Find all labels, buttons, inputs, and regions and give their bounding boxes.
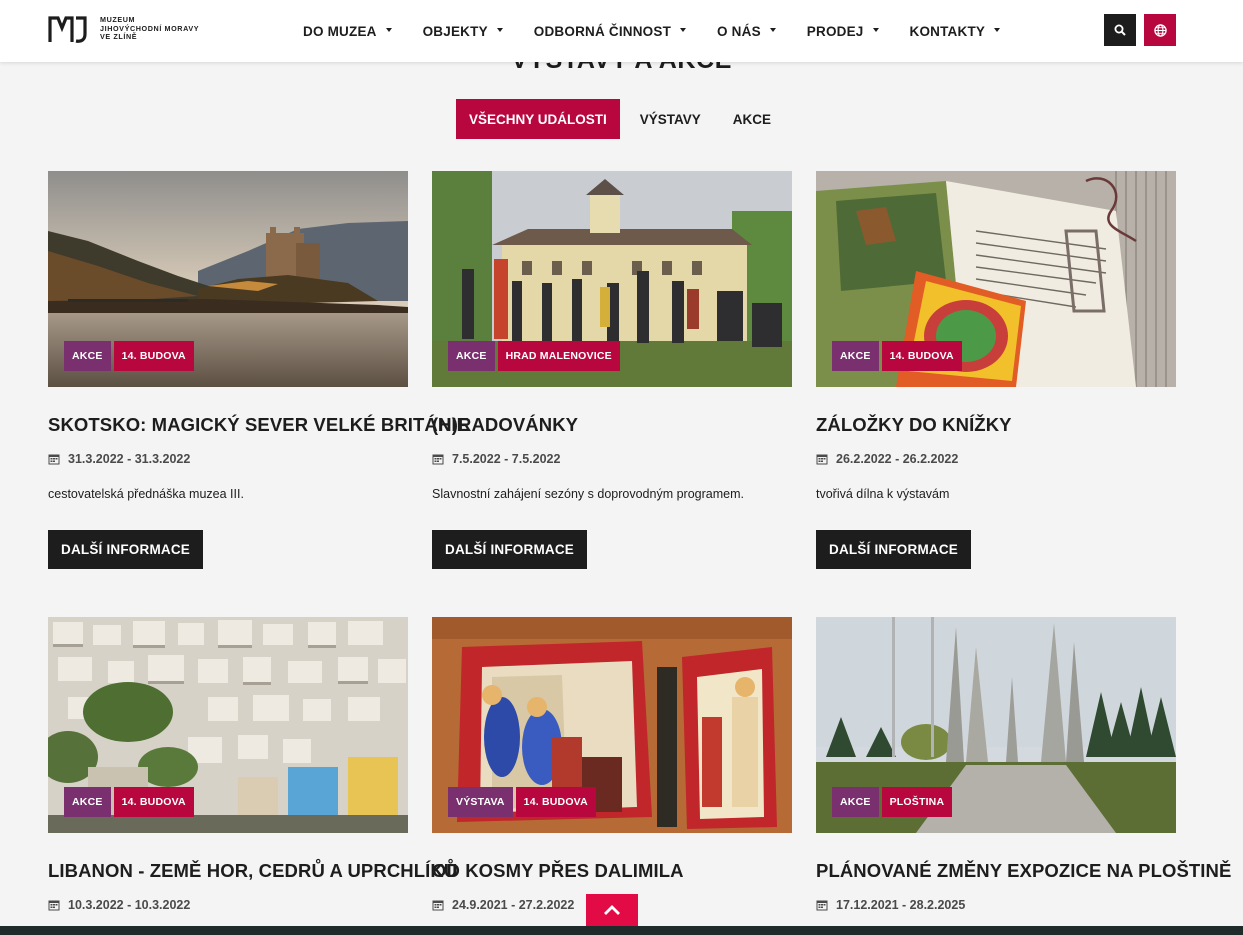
nav-kontakty[interactable]: KONTAKTY [910, 24, 1001, 39]
event-image-scotland[interactable]: AKCE 14. BUDOVA [48, 171, 408, 387]
globe-icon [1153, 23, 1167, 37]
museum-logo-icon [48, 16, 87, 43]
nav-o-nas[interactable]: O NÁS [717, 24, 776, 39]
calendar-icon [432, 454, 444, 465]
chevron-up-icon [604, 905, 620, 915]
event-tags: AKCE 14. BUDOVA [832, 341, 965, 371]
event-card: VÝSTAVA 14. BUDOVA OD KOSMY PŘES DALIMIL… [432, 617, 792, 912]
event-title[interactable]: (H)RADOVÁNKY [432, 414, 812, 436]
event-card: AKCE 14. BUDOVA SKOTSKO: MAGICKÝ SEVER V… [48, 171, 469, 569]
tag-event-place[interactable]: 14. BUDOVA [515, 787, 596, 817]
event-date: 10.3.2022 - 10.3.2022 [48, 898, 190, 912]
site-header: MUZEUM JIHOVÝCHODNÍ MORAVY VE ZLÍNĚ DO M… [0, 0, 1243, 62]
event-title[interactable]: PLÁNOVANÉ ZMĚNY EXPOZICE NA PLOŠTINĚ [816, 860, 1231, 882]
event-image-kosmas[interactable]: VÝSTAVA 14. BUDOVA [432, 617, 792, 833]
event-description: tvořivá dílna k výstavám [816, 487, 950, 501]
event-tags: AKCE PLOŠTINA [832, 787, 955, 817]
search-icon [1114, 24, 1126, 36]
caret-down-icon [872, 27, 879, 32]
tag-event-type[interactable]: VÝSTAVA [448, 787, 513, 817]
event-date: 24.9.2021 - 27.2.2022 [432, 898, 574, 912]
caret-down-icon [994, 27, 1001, 32]
more-info-button[interactable]: DALŠÍ INFORMACE [48, 530, 203, 569]
tag-event-type[interactable]: AKCE [64, 341, 111, 371]
event-title[interactable]: ZÁLOŽKY DO KNÍŽKY [816, 414, 1196, 436]
more-info-button[interactable]: DALŠÍ INFORMACE [432, 530, 587, 569]
event-image-hradovanky[interactable]: AKCE HRAD MALENOVICE [432, 171, 792, 387]
tag-event-place[interactable]: 14. BUDOVA [881, 341, 962, 371]
event-filters: VŠECHNY UDÁLOSTI VÝSTAVY AKCE [0, 99, 1243, 139]
tag-event-place[interactable]: HRAD MALENOVICE [497, 341, 620, 371]
event-description: cestovatelská přednáška muzea III. [48, 487, 244, 501]
footer-strip [0, 926, 1243, 935]
event-tags: VÝSTAVA 14. BUDOVA [448, 787, 599, 817]
event-title[interactable]: OD KOSMY PŘES DALIMILA [432, 860, 812, 882]
logo-text: MUZEUM JIHOVÝCHODNÍ MORAVY VE ZLÍNĚ [100, 15, 200, 42]
tag-event-place[interactable]: PLOŠTINA [881, 787, 953, 817]
calendar-icon [48, 454, 60, 465]
event-date: 26.2.2022 - 26.2.2022 [816, 452, 958, 466]
caret-down-icon [769, 27, 776, 32]
event-card: AKCE 14. BUDOVA LIBANON - ZEMĚ HOR, CEDR… [48, 617, 457, 912]
event-tags: AKCE HRAD MALENOVICE [448, 341, 623, 371]
filter-all-events[interactable]: VŠECHNY UDÁLOSTI [455, 99, 620, 139]
event-card: AKCE 14. BUDOVA ZÁLOŽKY DO KNÍŽKY 26.2.2… [816, 171, 1176, 569]
caret-down-icon [680, 27, 687, 32]
calendar-icon [816, 900, 828, 911]
tag-event-type[interactable]: AKCE [832, 787, 879, 817]
nav-odborna-cinnost[interactable]: ODBORNÁ ČINNOST [534, 24, 687, 39]
event-date: 17.12.2021 - 28.2.2025 [816, 898, 965, 912]
calendar-icon [48, 900, 60, 911]
event-description: Slavnostní zahájení sezóny s doprovodným… [432, 487, 744, 501]
back-to-top-button[interactable] [586, 894, 638, 926]
more-info-button[interactable]: DALŠÍ INFORMACE [816, 530, 971, 569]
tag-event-type[interactable]: AKCE [448, 341, 495, 371]
event-image-plostina[interactable]: AKCE PLOŠTINA [816, 617, 1176, 833]
nav-prodej[interactable]: PRODEJ [807, 24, 879, 39]
event-title[interactable]: SKOTSKO: MAGICKÝ SEVER VELKÉ BRITÁNIE [48, 414, 469, 436]
event-card: AKCE PLOŠTINA PLÁNOVANÉ ZMĚNY EXPOZICE N… [816, 617, 1231, 912]
tag-event-type[interactable]: AKCE [64, 787, 111, 817]
tag-event-place[interactable]: 14. BUDOVA [113, 787, 194, 817]
calendar-icon [816, 454, 828, 465]
event-title[interactable]: LIBANON - ZEMĚ HOR, CEDRŮ A UPRCHLÍKŮ [48, 860, 457, 882]
event-tags: AKCE 14. BUDOVA [64, 787, 197, 817]
logo[interactable]: MUZEUM JIHOVÝCHODNÍ MORAVY VE ZLÍNĚ [48, 14, 200, 44]
event-date: 31.3.2022 - 31.3.2022 [48, 452, 190, 466]
filter-events[interactable]: AKCE [717, 99, 787, 139]
event-image-bookmarks[interactable]: AKCE 14. BUDOVA [816, 171, 1176, 387]
filter-exhibitions[interactable]: VÝSTAVY [624, 99, 717, 139]
calendar-icon [432, 900, 444, 911]
event-tags: AKCE 14. BUDOVA [64, 341, 197, 371]
event-image-lebanon[interactable]: AKCE 14. BUDOVA [48, 617, 408, 833]
caret-down-icon [385, 27, 392, 32]
nav-objekty[interactable]: OBJEKTY [423, 24, 503, 39]
tag-event-place[interactable]: 14. BUDOVA [113, 341, 194, 371]
event-card: AKCE HRAD MALENOVICE (H)RADOVÁNKY 7.5.20… [432, 171, 792, 569]
search-button[interactable] [1104, 14, 1136, 46]
caret-down-icon [496, 27, 503, 32]
language-button[interactable] [1144, 14, 1176, 46]
event-date: 7.5.2022 - 7.5.2022 [432, 452, 560, 466]
tag-event-type[interactable]: AKCE [832, 341, 879, 371]
nav-do-muzea[interactable]: DO MUZEA [303, 24, 392, 39]
main-nav: DO MUZEA OBJEKTY ODBORNÁ ČINNOST O NÁS P… [303, 0, 1031, 62]
